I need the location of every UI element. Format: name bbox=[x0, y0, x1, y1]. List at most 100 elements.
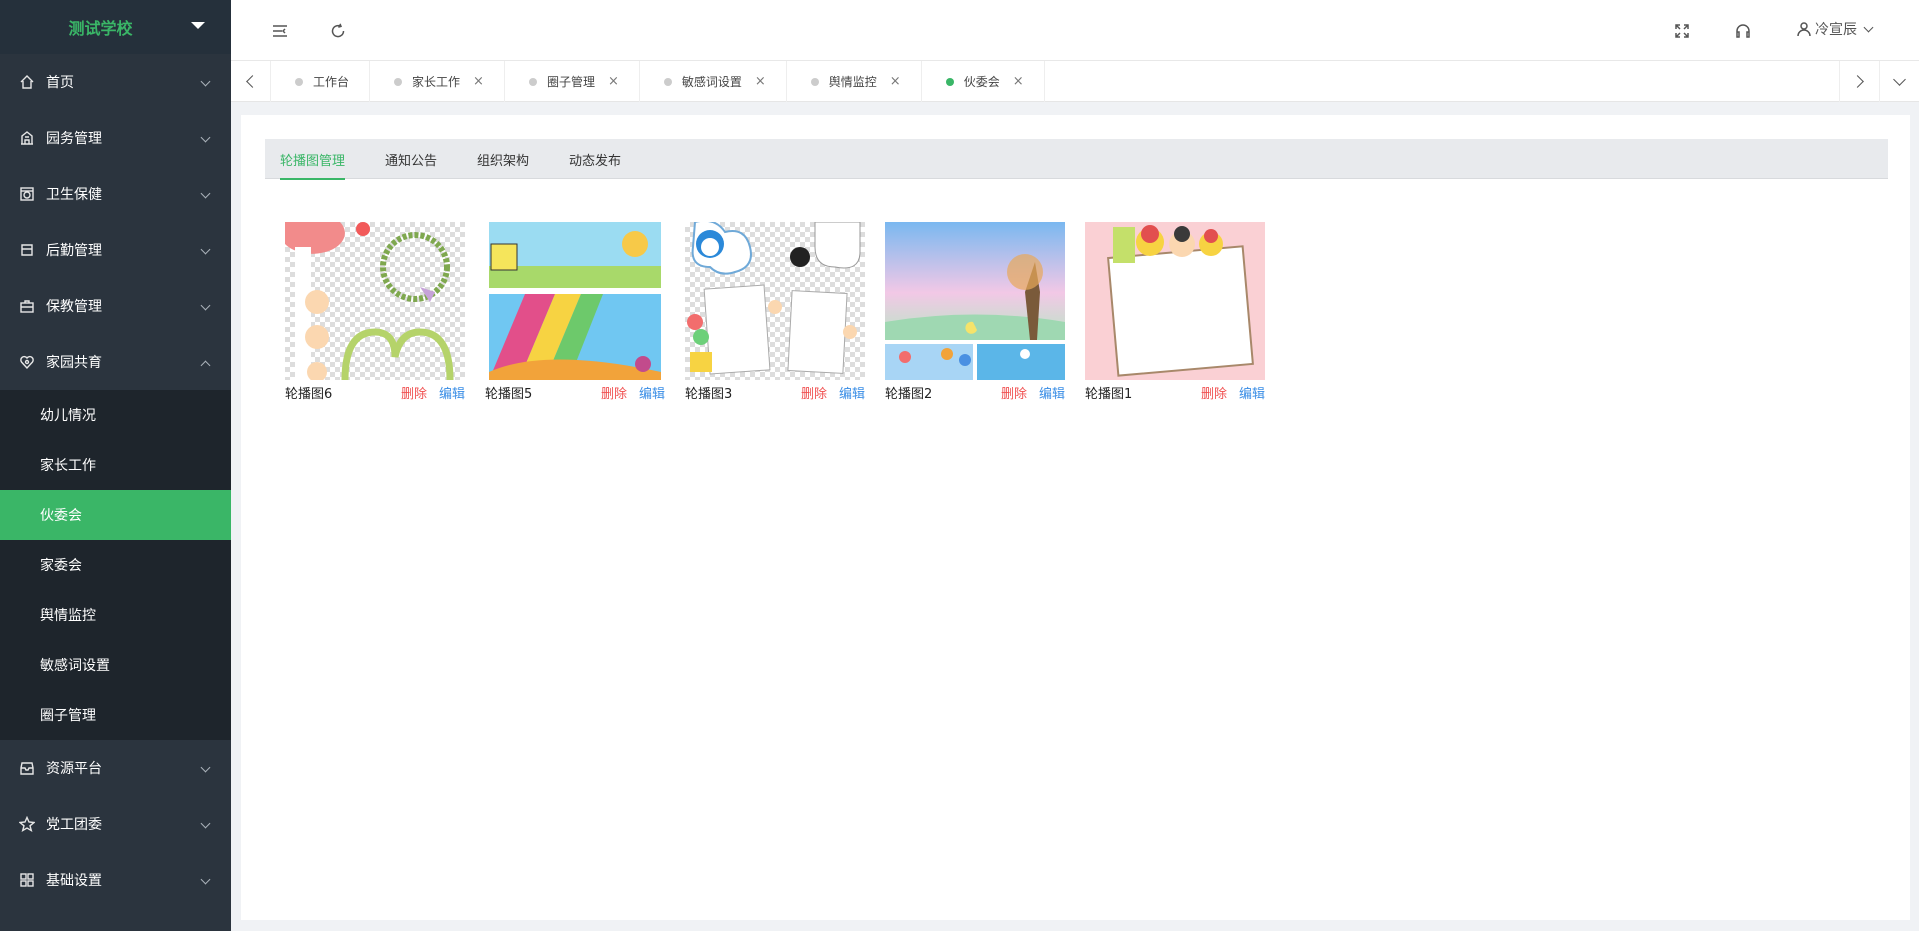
edit-button[interactable]: 编辑 bbox=[639, 383, 665, 402]
collapse-menu-icon[interactable] bbox=[269, 20, 291, 42]
menu-item-label: 保教管理 bbox=[46, 299, 102, 315]
tab-dot bbox=[528, 77, 537, 86]
carousel-image[interactable] bbox=[885, 222, 1065, 380]
delete-button[interactable]: 删除 bbox=[601, 383, 627, 402]
tab-label: 圈子管理 bbox=[546, 75, 595, 89]
carousel-name: 轮播图2 bbox=[885, 386, 933, 402]
chevron-down-icon bbox=[1863, 22, 1874, 32]
delete-button[interactable]: 删除 bbox=[1201, 383, 1227, 402]
chevron-down-icon bbox=[200, 76, 211, 87]
menu-item-label: 资源平台 bbox=[46, 761, 102, 777]
home-icon bbox=[19, 74, 35, 90]
carousel-card: 轮播图3 删除 编辑 bbox=[685, 222, 865, 402]
menu-item-label: 党工团委 bbox=[46, 817, 102, 833]
carousel-list: 轮播图6 删除 编辑 轮播图5 删除 编辑 轮播图3 删除 编辑 轮播图2 删除… bbox=[285, 222, 1285, 402]
refresh-icon[interactable] bbox=[327, 20, 349, 42]
menu-item-label: 后勤管理 bbox=[46, 243, 102, 259]
tab-notices[interactable]: 通知公告 bbox=[385, 139, 437, 179]
tab-sensitive-words[interactable]: 敏感词设置 × bbox=[640, 61, 787, 102]
tabs-scroll-left-button[interactable] bbox=[231, 61, 271, 102]
submenu-item-parent-committee[interactable]: 家委会 bbox=[0, 540, 231, 590]
tab-label: 舆情监控 bbox=[828, 75, 877, 89]
logistics-icon bbox=[19, 242, 35, 258]
tab-carousel-management[interactable]: 轮播图管理 bbox=[280, 139, 346, 180]
menu-item-logistics[interactable]: 后勤管理 bbox=[0, 222, 231, 278]
tabs-more-button[interactable] bbox=[1879, 61, 1919, 102]
submenu-item-circles[interactable]: 圈子管理 bbox=[0, 690, 231, 740]
carousel-card: 轮播图2 删除 编辑 bbox=[885, 222, 1065, 402]
carousel-name: 轮播图1 bbox=[1085, 386, 1133, 402]
menu-item-home[interactable]: 首页 bbox=[0, 54, 231, 110]
user-icon bbox=[1797, 22, 1811, 37]
close-icon[interactable]: × bbox=[1013, 74, 1024, 89]
edit-button[interactable]: 编辑 bbox=[1239, 383, 1265, 402]
chevron-right-icon bbox=[1851, 75, 1864, 88]
tab-parent-work[interactable]: 家长工作 × bbox=[370, 61, 505, 102]
caret-down-icon[interactable] bbox=[191, 22, 205, 29]
edit-button[interactable]: 编辑 bbox=[1039, 383, 1065, 402]
carousel-image[interactable] bbox=[685, 222, 865, 380]
tab-label: 敏感词设置 bbox=[681, 75, 742, 89]
carousel-name: 轮播图5 bbox=[485, 386, 533, 402]
menu-item-label: 园务管理 bbox=[46, 131, 102, 147]
tab-dot bbox=[295, 77, 303, 86]
carousel-image[interactable] bbox=[285, 222, 465, 380]
edit-button[interactable]: 编辑 bbox=[839, 383, 865, 402]
close-icon[interactable]: × bbox=[755, 74, 766, 89]
tabs-scroll-right-button[interactable] bbox=[1839, 61, 1879, 102]
menu-item-party[interactable]: 党工团委 bbox=[0, 796, 231, 852]
briefcase-icon bbox=[19, 298, 35, 314]
submenu-item-public-opinion[interactable]: 舆情监控 bbox=[0, 590, 231, 640]
carousel-name: 轮播图3 bbox=[685, 386, 733, 402]
tab-label: 家长工作 bbox=[412, 75, 461, 89]
tab-workbench[interactable]: 工作台 bbox=[271, 61, 371, 102]
health-icon bbox=[19, 186, 35, 202]
sidebar: 测试学校 首页 园务管理 卫生保健 后勤管理 保教管理 家园共育 幼儿情况 家长… bbox=[0, 0, 231, 931]
menu-item-resources[interactable]: 资源平台 bbox=[0, 740, 231, 796]
fullscreen-icon[interactable] bbox=[1671, 20, 1693, 42]
close-icon[interactable]: × bbox=[473, 74, 484, 89]
delete-button[interactable]: 删除 bbox=[401, 383, 427, 402]
menu-item-label: 家园共育 bbox=[46, 355, 102, 371]
menu-item-health[interactable]: 卫生保健 bbox=[0, 166, 231, 222]
tab-dot-active bbox=[945, 77, 954, 86]
chevron-down-icon bbox=[200, 300, 211, 311]
menu-item-affairs[interactable]: 园务管理 bbox=[0, 110, 231, 166]
top-header: 冷宣辰 bbox=[231, 0, 1919, 61]
grid-icon bbox=[19, 872, 35, 888]
user-menu[interactable]: 冷宣辰 bbox=[1796, 17, 1874, 41]
edit-button[interactable]: 编辑 bbox=[439, 383, 465, 402]
tab-circles[interactable]: 圈子管理 × bbox=[505, 61, 640, 102]
submenu-item-parent-work[interactable]: 家长工作 bbox=[0, 440, 231, 490]
school-name: 测试学校 bbox=[68, 19, 133, 38]
submenu-item-sensitive-words[interactable]: 敏感词设置 bbox=[0, 640, 231, 690]
menu-item-label: 首页 bbox=[46, 75, 74, 91]
carousel-image[interactable] bbox=[1085, 222, 1265, 380]
delete-button[interactable]: 删除 bbox=[1001, 383, 1027, 402]
tab-public-opinion[interactable]: 舆情监控 × bbox=[787, 61, 922, 102]
submenu-item-children[interactable]: 幼儿情况 bbox=[0, 390, 231, 440]
chevron-down-icon bbox=[200, 188, 211, 199]
tab-dot bbox=[810, 77, 819, 86]
tab-meal-committee[interactable]: 伙委会 × bbox=[922, 61, 1045, 102]
carousel-card: 轮播图1 删除 编辑 bbox=[1085, 222, 1265, 402]
close-icon[interactable]: × bbox=[890, 74, 901, 89]
menu-item-settings[interactable]: 基础设置 bbox=[0, 852, 231, 908]
brand-header[interactable]: 测试学校 bbox=[0, 0, 231, 54]
headset-icon[interactable] bbox=[1732, 20, 1754, 42]
menu-item-home-school[interactable]: 家园共育 bbox=[0, 334, 231, 390]
carousel-card: 轮播图5 删除 编辑 bbox=[485, 222, 665, 402]
carousel-name: 轮播图6 bbox=[285, 386, 333, 402]
tab-news-publish[interactable]: 动态发布 bbox=[569, 139, 621, 179]
delete-button[interactable]: 删除 bbox=[801, 383, 827, 402]
chevron-left-icon bbox=[246, 75, 259, 88]
tab-organization[interactable]: 组织架构 bbox=[477, 139, 529, 179]
menu-item-education[interactable]: 保教管理 bbox=[0, 278, 231, 334]
carousel-image[interactable] bbox=[485, 222, 665, 380]
tab-dot bbox=[663, 77, 672, 86]
close-icon[interactable]: × bbox=[608, 74, 619, 89]
chevron-down-icon bbox=[1893, 73, 1906, 86]
section-tabs: 轮播图管理 通知公告 组织架构 动态发布 bbox=[265, 139, 1888, 180]
submenu-item-meal-committee[interactable]: 伙委会 bbox=[0, 490, 231, 540]
chevron-down-icon bbox=[200, 874, 211, 885]
